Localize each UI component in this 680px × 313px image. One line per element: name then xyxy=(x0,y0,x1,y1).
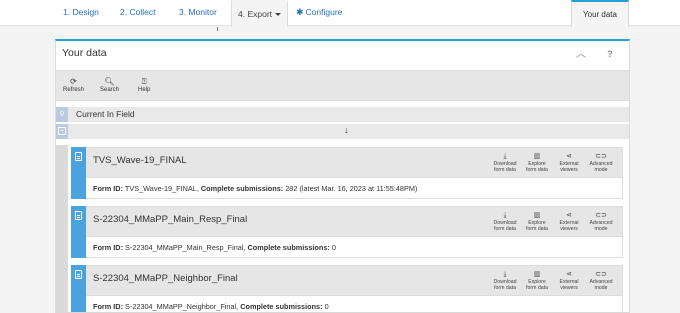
share-icon: ⋖ xyxy=(566,271,572,278)
arrow-down-icon[interactable]: ↓ xyxy=(344,125,349,135)
tab-export[interactable]: 4. Export xyxy=(231,0,289,27)
top-nav: 1. Design 2. Collect 3. Monitor 4. Expor… xyxy=(0,0,680,27)
gear-icon: ✱ xyxy=(296,7,304,17)
form-info: Form ID: S-22304_MMaPP_Neighbor_Final, C… xyxy=(93,302,329,311)
help-button[interactable]: ⍰ Help xyxy=(138,76,150,93)
panel-title: Your data xyxy=(62,47,107,59)
chart-icon: ▥ xyxy=(533,153,541,160)
form-info: Form ID: TVS_Wave-19_FINAL, Complete sub… xyxy=(93,184,418,193)
question-icon[interactable]: ? xyxy=(604,49,616,61)
download-form-data-button[interactable]: ⤓ Download form data xyxy=(490,211,520,232)
external-viewers-button[interactable]: ⋖ External viewers xyxy=(554,270,584,291)
tab-design[interactable]: 1. Design xyxy=(63,0,99,27)
form-stripe xyxy=(71,265,86,312)
tab-collect[interactable]: 2. Collect xyxy=(120,0,155,27)
tree-group-label: Current In Field xyxy=(76,109,135,119)
external-viewers-button[interactable]: ⋖ External viewers xyxy=(554,152,584,173)
toggle-icon: ⊂⊃ xyxy=(595,153,607,160)
explore-form-data-button[interactable]: ▥ Explore form data xyxy=(522,152,552,173)
form-stripe xyxy=(71,147,86,199)
explore-form-data-button[interactable]: ▥ Explore form data xyxy=(522,270,552,291)
divider xyxy=(217,27,218,31)
form-card-header[interactable]: S-22304_MMaPP_Neighbor_Final ⤓ Download fo… xyxy=(71,265,623,296)
search-icon: 🔍︎ xyxy=(104,77,115,86)
form-info: Form ID: S-22304_MMaPP_Main_Resp_Final, … xyxy=(93,243,336,252)
document-icon xyxy=(75,270,82,279)
tree-sort-row: – ↓ xyxy=(56,124,629,139)
form-card-body: Form ID: TVS_Wave-19_FINAL, Complete sub… xyxy=(71,178,623,199)
download-form-data-button[interactable]: ⤓ Download form data xyxy=(490,152,520,173)
explore-form-data-button[interactable]: ▥ Explore form data xyxy=(522,211,552,232)
chart-icon: ▥ xyxy=(533,271,541,278)
chart-icon: ▥ xyxy=(533,212,541,219)
share-icon: ⋖ xyxy=(566,212,572,219)
document-icon xyxy=(75,152,82,161)
download-icon: ⤓ xyxy=(503,153,507,160)
refresh-button[interactable]: ⟳ Refresh xyxy=(63,76,84,93)
form-stripe xyxy=(71,206,86,258)
advanced-mode-button[interactable]: ⊂⊃ Advanced mode xyxy=(586,211,616,232)
form-card-body: Form ID: S-22304_MMaPP_Neighbor_Final, C… xyxy=(71,296,623,312)
share-icon: ⋖ xyxy=(566,153,572,160)
tree-gutter xyxy=(56,145,68,312)
refresh-icon: ⟳ xyxy=(70,77,77,86)
help-icon: ⍰ xyxy=(141,77,147,86)
panel-header: Your data ︿ ? xyxy=(56,41,629,69)
tab-configure[interactable]: ✱ Configure xyxy=(296,0,342,27)
tree-group-row[interactable]: ⚲ Current In Field xyxy=(56,107,629,122)
download-icon: ⤓ xyxy=(503,212,507,219)
form-card-header[interactable]: TVS_Wave-19_FINAL ⤓ Download form data ▥ Ex… xyxy=(71,147,623,178)
advanced-mode-button[interactable]: ⊂⊃ Advanced mode xyxy=(586,152,616,173)
form-title[interactable]: S-22304_MMaPP_Neighbor_Final xyxy=(93,273,238,284)
form-card-header[interactable]: S-22304_MMaPP_Main_Resp_Final ⤓ Download f… xyxy=(71,206,623,237)
tab-monitor[interactable]: 3. Monitor xyxy=(179,0,217,27)
your-data-panel: Your data ︿ ? ⟳ Refresh 🔍︎ Search ⍰ Help… xyxy=(55,39,630,313)
document-icon xyxy=(75,211,82,220)
form-title[interactable]: TVS_Wave-19_FINAL xyxy=(93,155,187,166)
search-button[interactable]: 🔍︎ Search xyxy=(100,76,119,93)
chevron-up-icon[interactable]: ︿ xyxy=(575,50,587,60)
toggle-icon: ⊂⊃ xyxy=(595,271,607,278)
external-viewers-button[interactable]: ⋖ External viewers xyxy=(554,211,584,232)
download-form-data-button[interactable]: ⤓ Download form data xyxy=(490,270,520,291)
collapse-icon[interactable]: – xyxy=(58,127,66,135)
form-card-body: Form ID: S-22304_MMaPP_Main_Resp_Final, … xyxy=(71,237,623,258)
download-icon: ⤓ xyxy=(503,271,507,278)
toolbar: ⟳ Refresh 🔍︎ Search ⍰ Help xyxy=(56,70,629,101)
link-icon: ⚲ xyxy=(56,107,68,122)
advanced-mode-button[interactable]: ⊂⊃ Advanced mode xyxy=(586,270,616,291)
toggle-icon: ⊂⊃ xyxy=(595,212,607,219)
tab-your-data[interactable]: Your data xyxy=(571,0,629,27)
form-title[interactable]: S-22304_MMaPP_Main_Resp_Final xyxy=(93,214,247,225)
caret-down-icon xyxy=(275,13,282,17)
